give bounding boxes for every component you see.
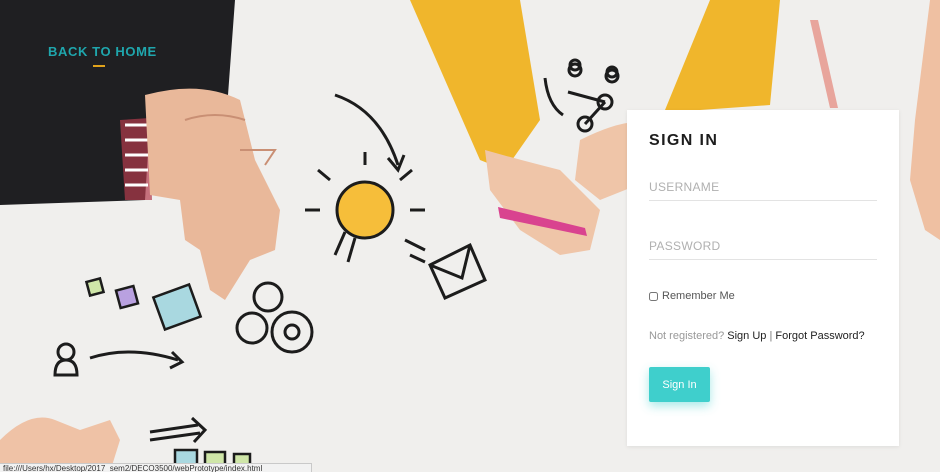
signin-title: SIGN IN xyxy=(649,132,719,149)
links-separator: | xyxy=(769,330,773,342)
forgot-password-link[interactable]: Forgot Password? xyxy=(775,330,864,342)
browser-status-url: file:///Users/hx/Desktop/2017_sem2/DECO3… xyxy=(0,463,312,472)
remember-me-checkbox[interactable] xyxy=(649,291,658,301)
remember-me-row[interactable]: Remember Me xyxy=(649,290,735,302)
back-link-underline xyxy=(93,65,105,67)
password-input[interactable] xyxy=(649,233,877,260)
signup-link[interactable]: Sign Up xyxy=(727,330,766,342)
signin-panel: SIGN IN Remember Me Not registered? Sign… xyxy=(627,110,899,446)
back-to-home-link[interactable]: BACK TO HOME xyxy=(48,44,157,59)
not-registered-text: Not registered? xyxy=(649,330,725,342)
remember-me-label: Remember Me xyxy=(662,290,735,302)
signin-button[interactable]: Sign In xyxy=(649,367,710,402)
account-links: Not registered? Sign Up | Forgot Passwor… xyxy=(649,330,865,342)
username-input[interactable] xyxy=(649,174,877,201)
